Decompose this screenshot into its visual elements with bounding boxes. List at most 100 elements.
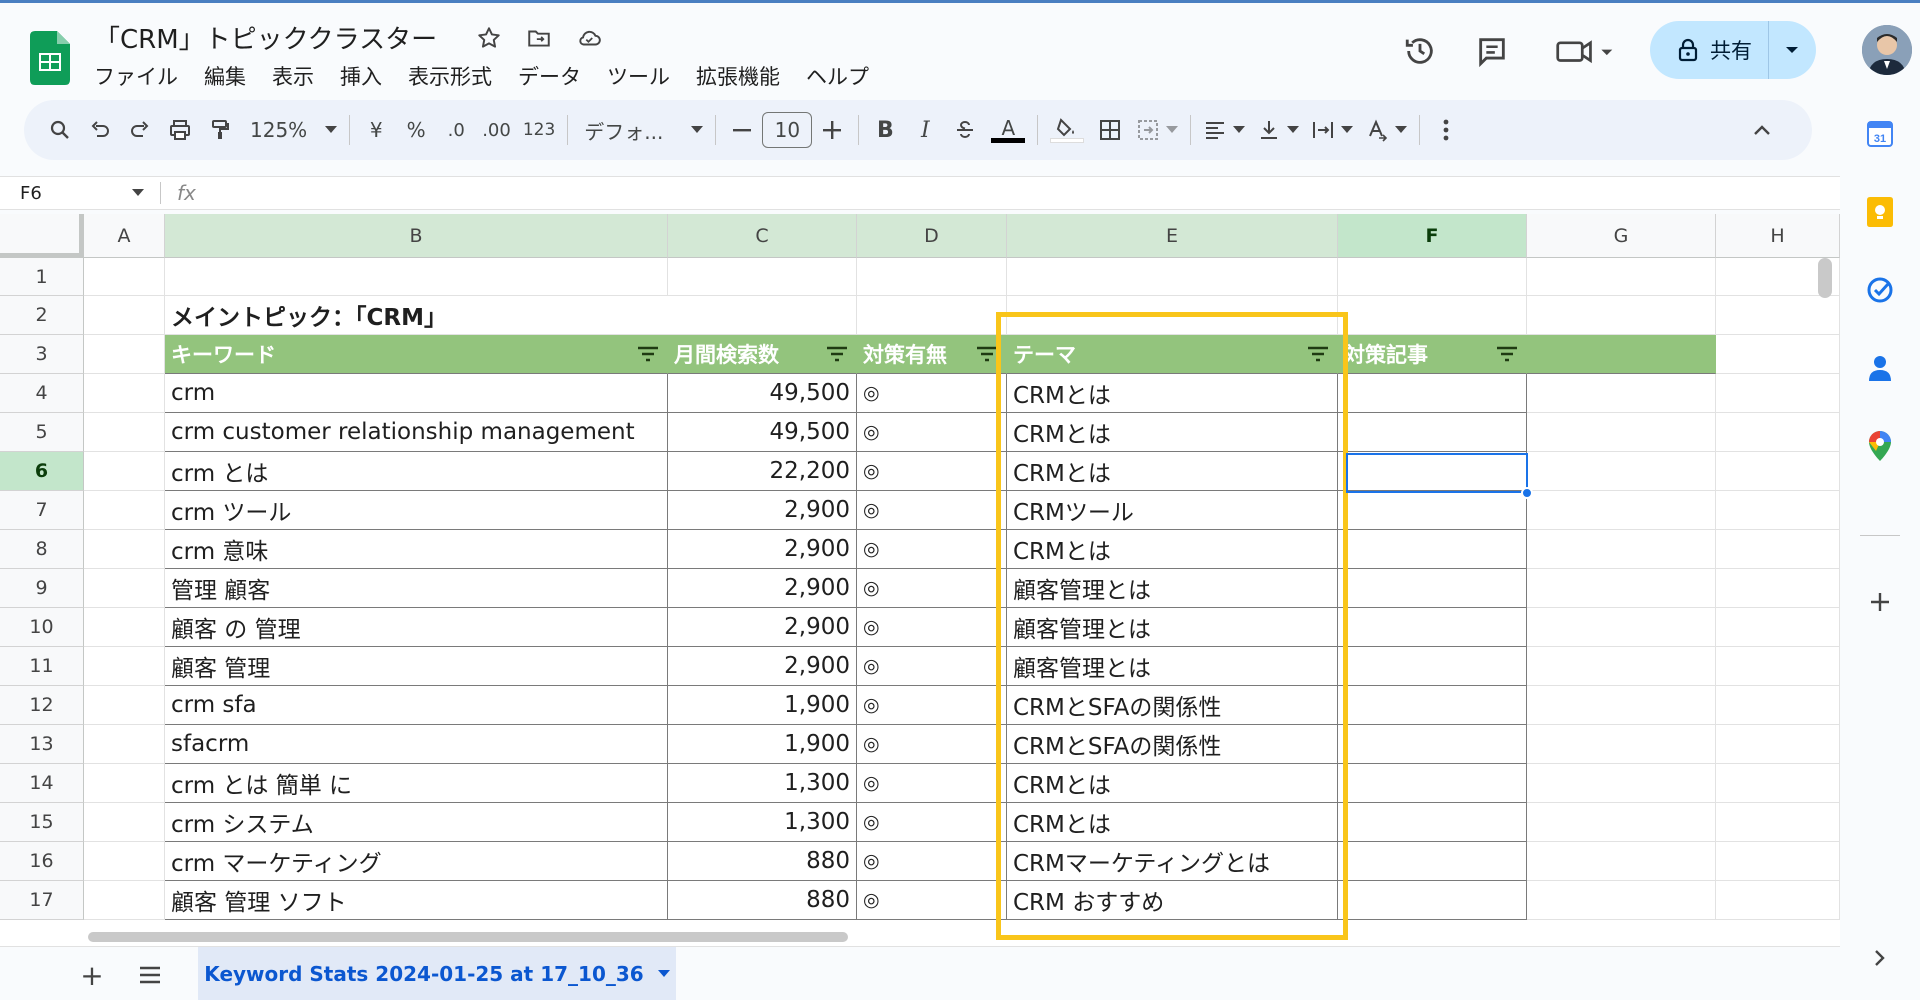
row-header-10[interactable]: 10 (0, 608, 84, 647)
empty-cell[interactable] (1716, 803, 1840, 842)
fill-color-icon[interactable] (1044, 110, 1090, 150)
table-cell-volume[interactable]: 2,900 (668, 530, 857, 569)
row-header-8[interactable]: 8 (0, 530, 84, 569)
zoom-select[interactable]: 125% (240, 110, 343, 150)
empty-cell[interactable] (1716, 413, 1840, 452)
empty-cell[interactable] (857, 296, 1007, 335)
sheet-tab-keyword-stats[interactable]: Keyword Stats 2024-01-25 at 17_10_36 (198, 947, 676, 1000)
table-cell-flag[interactable]: ◎ (857, 803, 1007, 842)
table-cell-volume[interactable]: 49,500 (668, 413, 857, 452)
filter-icon[interactable] (635, 344, 661, 364)
text-color-button[interactable]: A (985, 110, 1031, 150)
paint-format-icon[interactable] (200, 110, 240, 150)
contacts-icon[interactable] (1862, 350, 1898, 386)
table-cell-volume[interactable]: 2,900 (668, 569, 857, 608)
table-cell-article[interactable] (1338, 569, 1527, 608)
table-cell-keyword[interactable]: crm とは (165, 452, 668, 491)
font-size-decrease-icon[interactable] (722, 110, 762, 150)
vertical-align-icon[interactable] (1251, 110, 1305, 150)
italic-button[interactable]: I (905, 110, 945, 150)
table-cell-keyword[interactable]: crm sfa (165, 686, 668, 725)
empty-cell[interactable] (84, 803, 165, 842)
maps-icon[interactable] (1862, 428, 1898, 464)
table-cell-keyword[interactable]: crm ツール (165, 491, 668, 530)
empty-cell[interactable] (1716, 530, 1840, 569)
table-header-cell[interactable]: キーワード (165, 335, 668, 374)
table-cell-volume[interactable]: 880 (668, 842, 857, 881)
table-cell-flag[interactable]: ◎ (857, 530, 1007, 569)
table-cell-keyword[interactable]: 管理 顧客 (165, 569, 668, 608)
empty-cell[interactable] (1527, 296, 1716, 335)
column-header-a[interactable]: A (84, 214, 165, 258)
row-header-13[interactable]: 13 (0, 725, 84, 764)
empty-cell[interactable] (84, 608, 165, 647)
table-cell-keyword[interactable]: crm マーケティング (165, 842, 668, 881)
table-cell-theme[interactable]: CRMとは (1007, 803, 1338, 842)
table-cell-theme[interactable]: CRMとは (1007, 530, 1338, 569)
add-sheet-icon[interactable]: + (72, 955, 112, 995)
document-title[interactable]: 「CRM」トピッククラスター (94, 19, 437, 56)
column-header-b[interactable]: B (165, 214, 668, 258)
filter-icon[interactable] (1494, 344, 1520, 364)
table-cell-theme[interactable]: CRMとSFAの関係性 (1007, 686, 1338, 725)
menu-help[interactable]: ヘルプ (804, 59, 871, 93)
menu-tools[interactable]: ツール (605, 59, 672, 93)
bold-button[interactable]: B (865, 110, 905, 150)
empty-cell[interactable] (1527, 803, 1716, 842)
empty-cell[interactable] (84, 452, 165, 491)
vertical-scrollbar[interactable] (1818, 258, 1832, 298)
empty-cell[interactable] (84, 335, 165, 374)
cloud-saved-icon[interactable] (574, 23, 604, 53)
row-header-11[interactable]: 11 (0, 647, 84, 686)
column-header-e[interactable]: E (1007, 214, 1338, 258)
menu-edit[interactable]: 編集 (202, 59, 248, 93)
empty-cell[interactable] (1716, 296, 1840, 335)
row-header-4[interactable]: 4 (0, 374, 84, 413)
table-cell-theme[interactable]: CRMとは (1007, 413, 1338, 452)
currency-format-button[interactable]: ¥ (356, 110, 396, 150)
empty-cell[interactable] (1716, 881, 1840, 920)
meet-icon[interactable] (1550, 31, 1620, 71)
table-cell-volume[interactable]: 1,300 (668, 764, 857, 803)
row-header-14[interactable]: 14 (0, 764, 84, 803)
table-header-cell[interactable] (1527, 335, 1716, 374)
more-options-icon[interactable] (1426, 110, 1466, 150)
table-cell-article[interactable] (1338, 686, 1527, 725)
empty-cell[interactable] (84, 764, 165, 803)
table-cell-theme[interactable]: CRMマーケティングとは (1007, 842, 1338, 881)
text-rotation-icon[interactable] (1359, 110, 1413, 150)
table-cell-volume[interactable]: 2,900 (668, 491, 857, 530)
menu-extensions[interactable]: 拡張機能 (694, 59, 782, 93)
row-header-2[interactable]: 2 (0, 296, 84, 335)
table-cell-theme[interactable]: CRMとは (1007, 374, 1338, 413)
table-cell-theme[interactable]: CRMとは (1007, 452, 1338, 491)
empty-cell[interactable] (84, 491, 165, 530)
empty-cell[interactable] (1527, 647, 1716, 686)
empty-cell[interactable] (668, 296, 857, 335)
menu-view[interactable]: 表示 (270, 59, 316, 93)
empty-cell[interactable] (84, 842, 165, 881)
filter-icon[interactable] (824, 344, 850, 364)
empty-cell[interactable] (1527, 452, 1716, 491)
empty-cell[interactable] (1716, 335, 1840, 374)
empty-cell[interactable] (1527, 725, 1716, 764)
column-header-c[interactable]: C (668, 214, 857, 258)
table-cell-volume[interactable]: 1,300 (668, 803, 857, 842)
filter-icon[interactable] (974, 344, 1000, 364)
table-cell-flag[interactable]: ◎ (857, 569, 1007, 608)
empty-cell[interactable] (165, 258, 668, 296)
text-wrap-icon[interactable] (1305, 110, 1359, 150)
version-history-icon[interactable] (1400, 31, 1440, 71)
empty-cell[interactable] (1716, 764, 1840, 803)
row-header-9[interactable]: 9 (0, 569, 84, 608)
table-cell-theme[interactable]: 顧客管理とは (1007, 608, 1338, 647)
empty-cell[interactable] (1527, 569, 1716, 608)
table-cell-article[interactable] (1338, 842, 1527, 881)
empty-cell[interactable] (84, 725, 165, 764)
font-size-input[interactable]: 10 (762, 112, 813, 148)
empty-cell[interactable] (84, 881, 165, 920)
table-cell-article[interactable] (1338, 413, 1527, 452)
table-cell-flag[interactable]: ◎ (857, 413, 1007, 452)
table-cell-flag[interactable]: ◎ (857, 647, 1007, 686)
table-cell-article[interactable] (1338, 725, 1527, 764)
